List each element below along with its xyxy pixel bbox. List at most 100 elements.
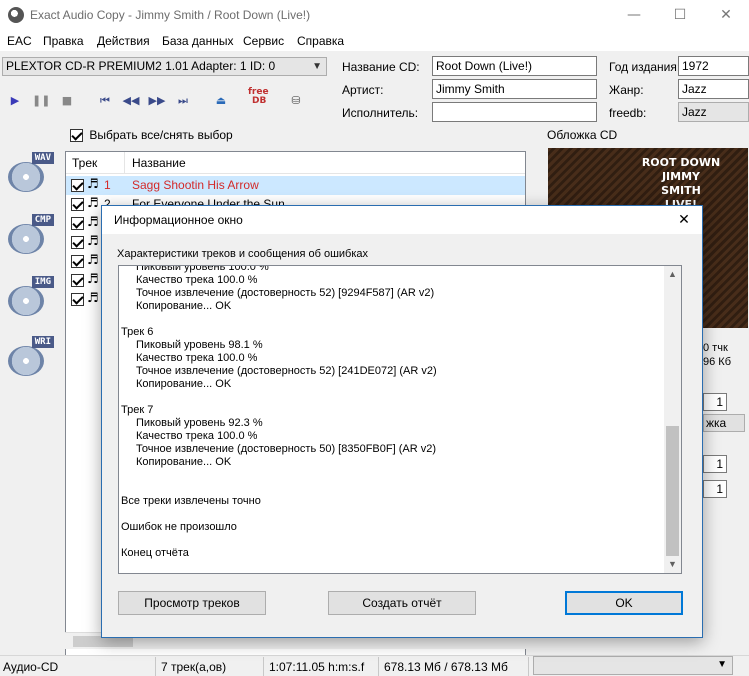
column-track[interactable]: Трек [72,156,97,170]
drive-select[interactable]: PLEXTOR CD-R PREMIUM2 1.01 Adapter: 1 ID… [2,57,327,76]
cd-image-icon [8,286,44,316]
menu-help[interactable]: Справка [297,34,344,48]
log-scrollbar[interactable]: ▲ ▼ [664,266,681,573]
track-checkbox[interactable] [71,293,84,306]
track-checkbox[interactable] [71,255,84,268]
track-checkbox[interactable] [71,198,84,211]
title-bar: Exact Audio Copy - Jimmy Smith / Root Do… [0,0,749,31]
cd-drive-icon [8,162,44,192]
freedb-icon[interactable]: free DB [248,88,269,106]
log-textarea[interactable]: Пиковый уровень 100.0 % Качество трека 10… [118,265,682,574]
performer-field[interactable] [432,102,597,122]
log-line: Качество трека 100.0 % [136,274,258,286]
status-select[interactable]: ▼ [533,656,733,675]
log-line: Копирование... OK [136,300,232,312]
genre-select[interactable]: Jazz [678,79,749,99]
pause-icon[interactable]: ❚❚ [32,92,50,110]
status-size: 678.13 Мб / 678.13 Мб [384,660,508,674]
eject-icon[interactable]: ⏏ [212,92,230,110]
dialog-caption: Характеристики треков и сообщения об оши… [117,248,369,260]
music-note-icon: ♬ [87,291,99,306]
dialog-title: Информационное окно [114,213,243,227]
cd-drive-icon [8,224,44,254]
track-checkbox[interactable] [71,274,84,287]
menu-tools[interactable]: Сервис [243,34,284,48]
cd-title-field[interactable]: Root Down (Live!) [432,56,597,76]
create-report-button[interactable]: Создать отчёт [328,591,476,615]
track-checkbox[interactable] [71,217,84,230]
menu-eac[interactable]: EAC [7,34,32,48]
view-tracks-button[interactable]: Просмотр треков [118,591,266,615]
performer-label: Исполнитель: [342,106,419,120]
status-disc-type: Аудио-CD [3,660,59,674]
scrollbar-thumb[interactable] [666,426,679,556]
scroll-down-icon[interactable]: ▼ [664,556,681,573]
cover-field-b[interactable]: 1 [703,455,727,473]
column-name[interactable]: Название [132,156,186,170]
log-line: Качество трека 100.0 % [136,352,258,364]
track-row[interactable]: ♬ 1 Sagg Shootin His Arrow [66,176,525,195]
last-track-icon[interactable]: ⏭ [174,92,192,110]
cover-field-a[interactable]: 1 [703,393,727,411]
rewind-icon[interactable]: ◀◀ [122,92,140,110]
status-length: 1:07:11.05 h:m:s.f [269,660,365,674]
log-line: Ошибок не произошло [121,521,237,533]
minimize-button[interactable]: — [611,0,657,31]
music-note-icon: ♬ [87,253,99,268]
music-note-icon: ♬ [87,196,99,211]
log-line: Все треки извлечены точно [121,495,261,507]
network-icon[interactable]: ⛁ [287,92,305,110]
forward-icon[interactable]: ▶▶ [148,92,166,110]
chevron-down-icon: ▼ [312,61,322,72]
cd-write-icon [8,346,44,376]
cover-button[interactable]: жка [703,414,745,432]
menu-actions[interactable]: Действия [97,34,150,48]
music-note-icon: ♬ [87,272,99,287]
dialog-title-bar: Информационное окно ✕ [102,206,702,234]
stop-icon[interactable]: ■ [58,92,76,110]
status-track-count: 7 трек(а,ов) [161,660,227,674]
music-note-icon: ♬ [87,177,99,192]
log-line: Пиковый уровень 92.3 % [136,417,263,429]
freedb-genre-select[interactable]: Jazz [678,102,749,122]
menu-edit[interactable]: Правка [43,34,84,48]
checkbox-icon [70,129,83,143]
cover-size-text: 96 Кб [703,356,731,368]
close-button[interactable]: ✕ [703,0,749,31]
track-checkbox[interactable] [71,179,84,192]
track-list-header: Трек Название [66,152,525,174]
cover-art-text: ROOT DOWN JIMMY SMITH LIVE! [641,156,721,211]
cover-field-c[interactable]: 1 [703,480,727,498]
log-line: Пиковый уровень 98.1 % [136,339,263,351]
select-all-label: Выбрать все/снять выбор [89,128,233,142]
year-field[interactable]: 1972 [678,56,749,76]
play-icon[interactable]: ▶ [6,92,24,110]
app-logo-icon [8,7,24,23]
copy-image-button[interactable]: IMG [6,276,54,320]
menu-database[interactable]: База данных [162,34,233,48]
scroll-up-icon[interactable]: ▲ [664,266,681,283]
log-line: Пиковый уровень 100.0 % [136,265,269,273]
log-line: Трек 6 [121,326,154,338]
dialog-close-button[interactable]: ✕ [674,210,694,230]
log-line: Точное извлечение (достоверность 50) [83… [136,443,436,455]
log-line: Копирование... OK [136,456,232,468]
menu-bar: EAC Правка Действия База данных Сервис С… [0,31,749,51]
copy-wav-button[interactable]: WAV [6,152,54,196]
info-dialog: Информационное окно ✕ Характеристики тре… [101,205,703,638]
log-line: Точное извлечение (достоверность 52) [24… [136,365,437,377]
select-all-checkbox[interactable]: Выбрать все/снять выбор [70,128,233,143]
copy-compressed-button[interactable]: CMP [6,214,54,258]
track-checkbox[interactable] [71,236,84,249]
log-line: Копирование... OK [136,378,232,390]
genre-label: Жанр: [609,83,644,97]
artist-field[interactable]: Jimmy Smith [432,79,597,99]
music-note-icon: ♬ [87,234,99,249]
ok-button[interactable]: OK [565,591,683,615]
maximize-button[interactable]: ☐ [657,0,703,31]
write-cd-button[interactable]: WRI [6,336,54,380]
cover-info-text: 0 тчк [703,342,728,354]
log-line: Трек 7 [121,404,154,416]
log-line: Точное извлечение (достоверность 52) [92… [136,287,435,299]
first-track-icon[interactable]: ⏮ [96,92,114,110]
